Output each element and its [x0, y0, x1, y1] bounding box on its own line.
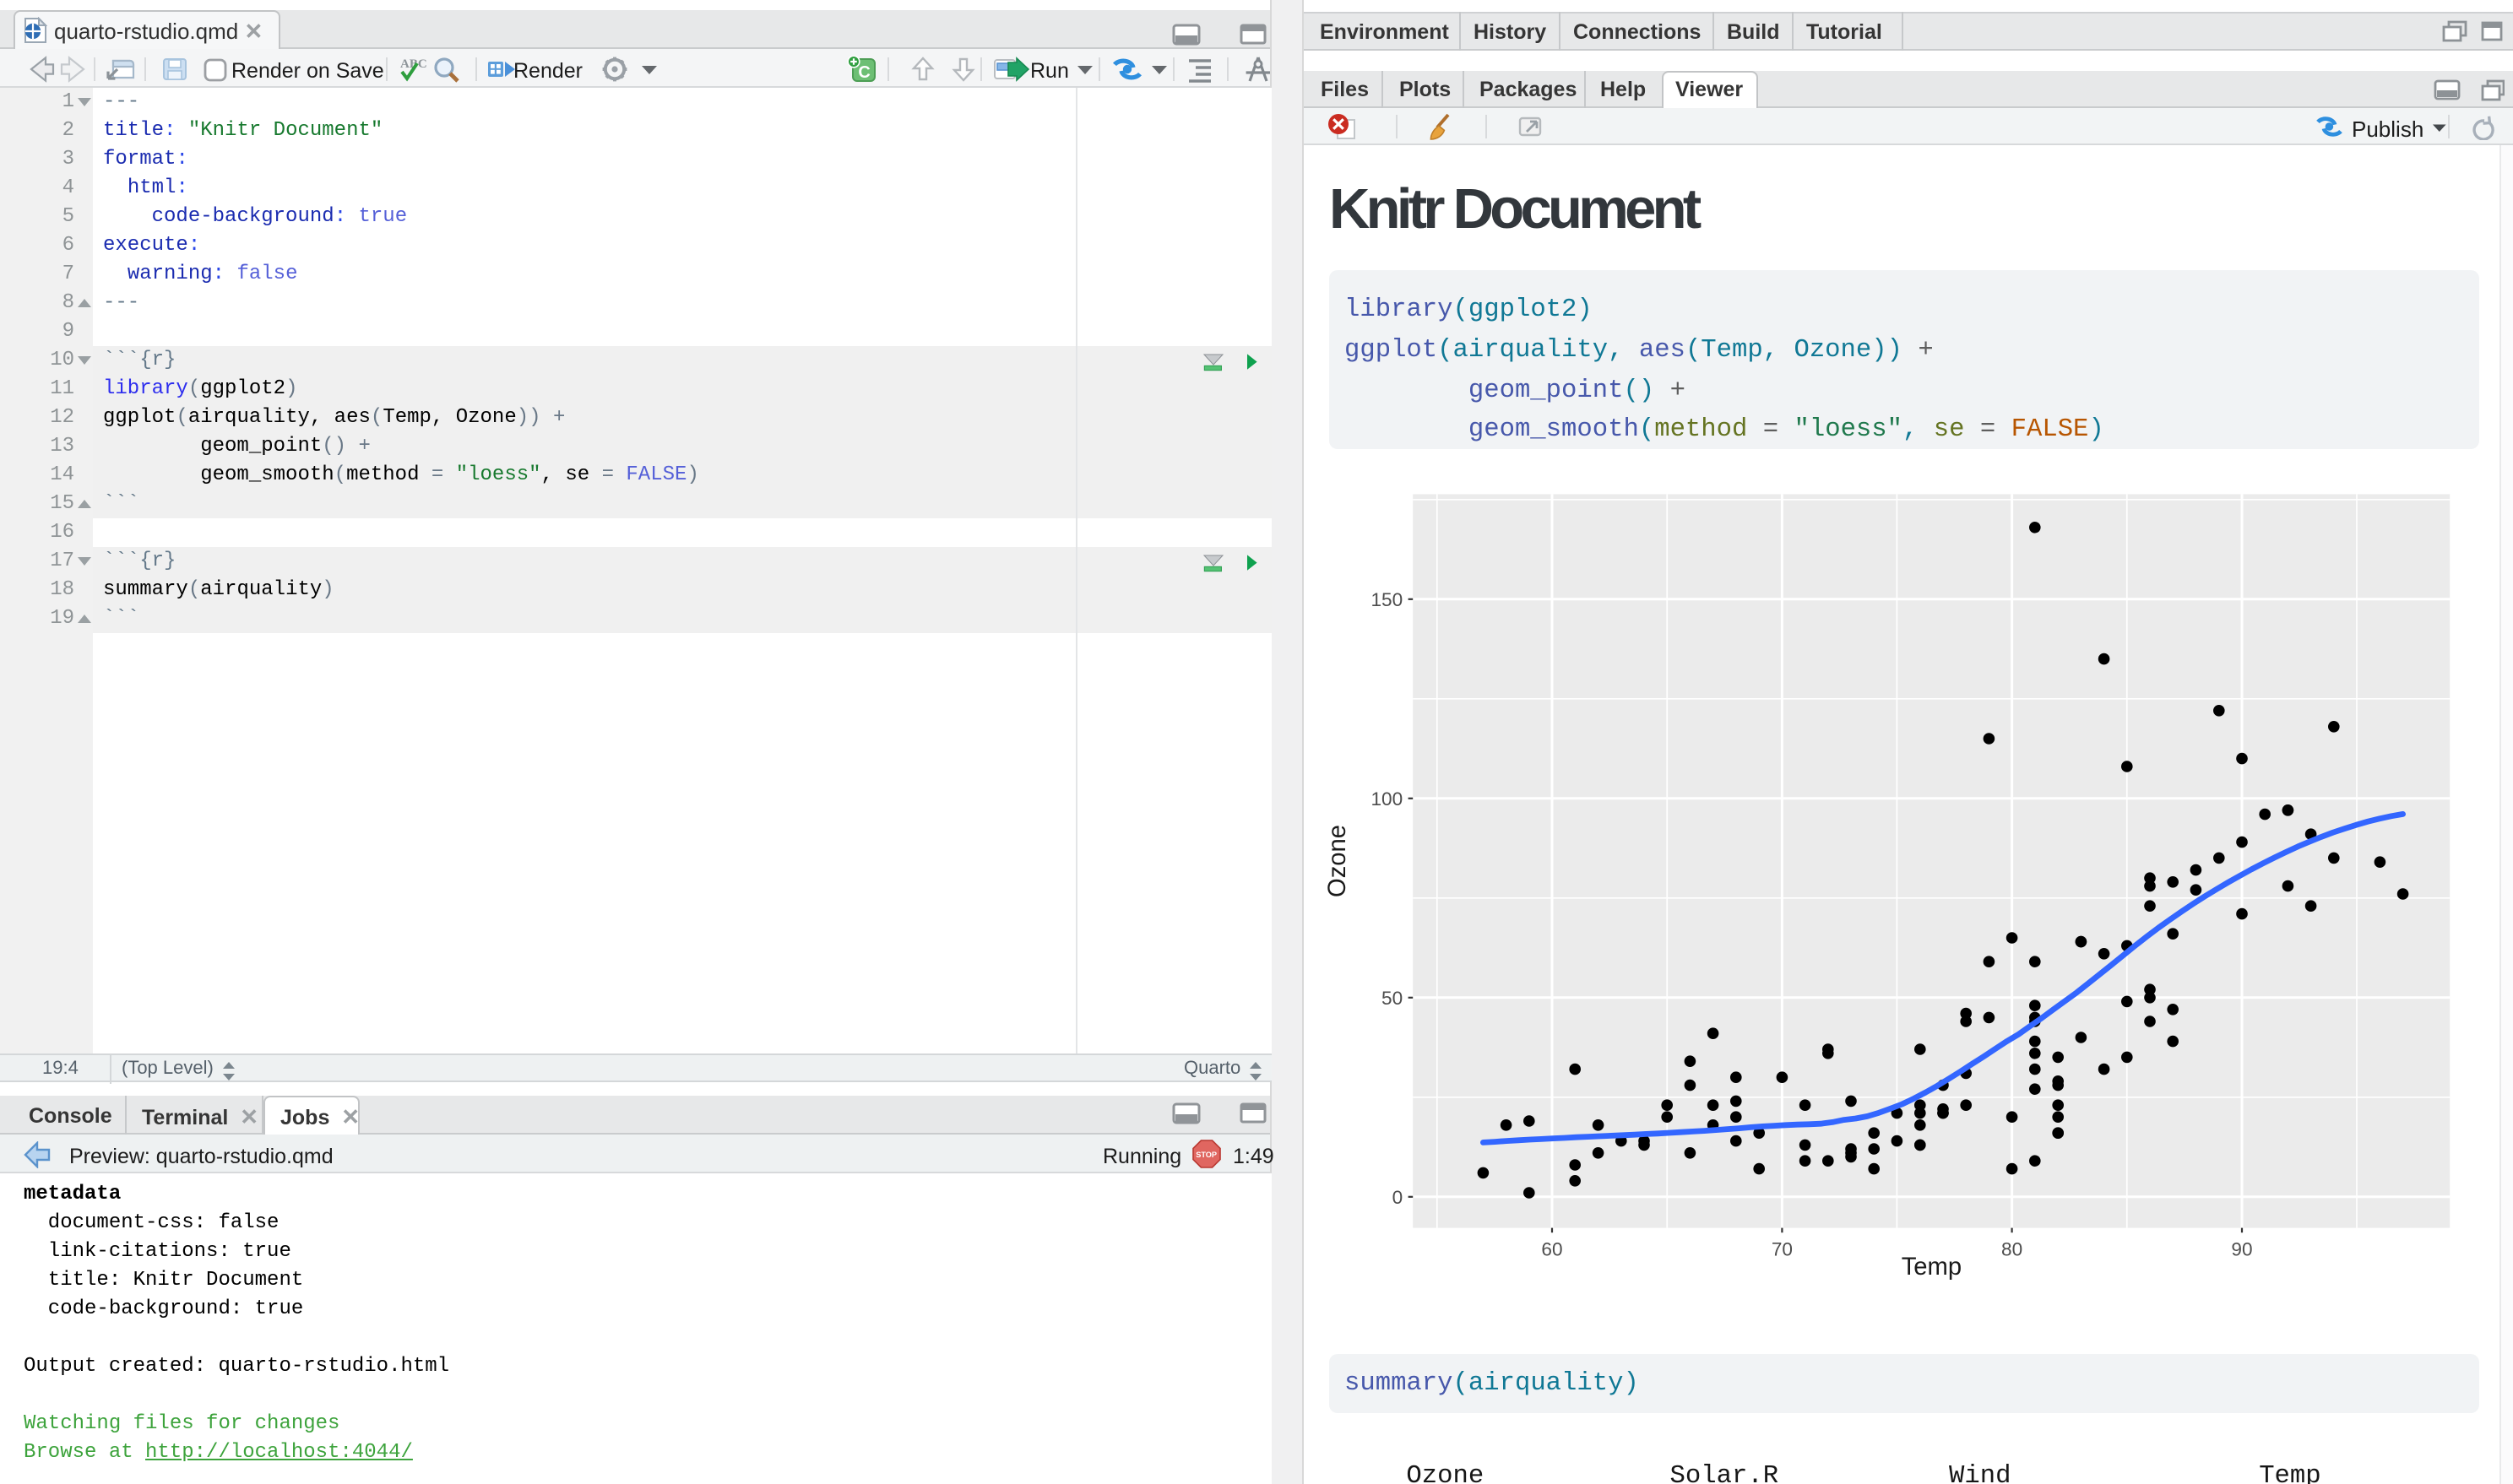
svg-text:70: 70: [1772, 1239, 1793, 1260]
svg-text:STOP: STOP: [1196, 1151, 1217, 1159]
svg-text:150: 150: [1370, 589, 1403, 610]
svg-text:100: 100: [1370, 788, 1403, 810]
svg-text:Temp: Temp: [1902, 1254, 1962, 1281]
svg-text:90: 90: [2231, 1239, 2252, 1260]
svg-text:80: 80: [2001, 1239, 2022, 1260]
svg-text:Ozone: Ozone: [1324, 825, 1351, 897]
svg-text:60: 60: [1541, 1239, 1562, 1260]
svg-text:C: C: [858, 63, 870, 82]
svg-text:50: 50: [1381, 988, 1403, 1009]
svg-text:0: 0: [1392, 1187, 1403, 1208]
